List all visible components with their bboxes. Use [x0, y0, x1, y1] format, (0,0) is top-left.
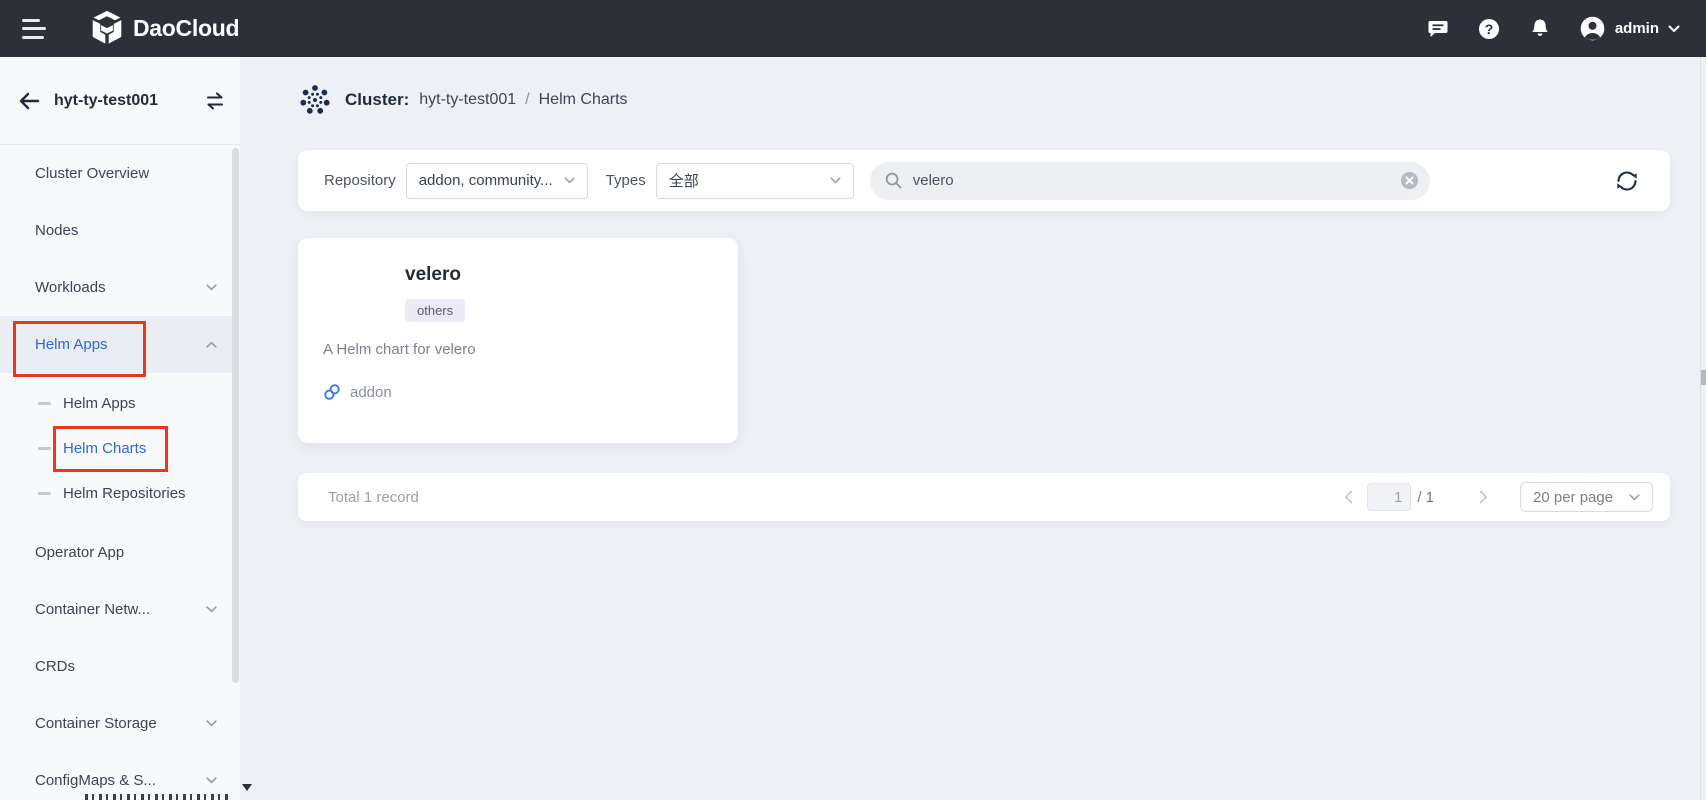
bell-icon [1528, 17, 1552, 41]
top-navbar: DaoCloud ? [0, 0, 1706, 57]
sidebar-scrollbar[interactable] [232, 148, 239, 683]
link-icon [323, 383, 341, 401]
chevron-down-icon [1668, 25, 1680, 33]
chevron-down-icon [1629, 494, 1640, 501]
refresh-button[interactable] [1614, 168, 1640, 194]
current-page-input[interactable]: 1 [1367, 483, 1411, 511]
back-arrow-icon [18, 92, 40, 110]
page-count-label: / 1 [1417, 489, 1434, 506]
search-box [870, 162, 1430, 200]
search-icon [884, 171, 903, 190]
types-label: Types [606, 172, 646, 189]
switch-cluster-icon [204, 91, 226, 111]
navbar-actions: ? admin [1426, 15, 1706, 42]
sidebar-item[interactable]: Workloads [0, 259, 233, 316]
breadcrumb-page: Helm Charts [539, 91, 628, 109]
back-button[interactable] [18, 92, 40, 110]
chevron-icon [206, 720, 217, 727]
search-input[interactable] [911, 171, 1399, 190]
dash-icon [38, 447, 51, 450]
hamburger-menu-icon[interactable] [22, 19, 48, 39]
types-select-value: 全部 [669, 170, 699, 191]
messages-button[interactable] [1426, 17, 1450, 41]
chevron-right-icon [1479, 490, 1488, 504]
repository-label: Repository [324, 172, 396, 189]
chevron-icon [206, 284, 217, 291]
chevron-icon [206, 341, 217, 348]
sidebar-item[interactable]: Container Storage [0, 695, 233, 752]
daocloud-logo-icon [90, 10, 124, 47]
chart-category-badge: others [405, 299, 465, 322]
sidebar: hyt-ty-test001 Cluster Overview Nodes [0, 57, 240, 800]
refresh-icon [1614, 168, 1640, 194]
sidebar-item[interactable]: Cluster Overview [0, 145, 233, 202]
pagination-controls: 1 / 1 20 per page [1344, 482, 1653, 512]
message-icon [1426, 17, 1450, 41]
sidebar-menu: Cluster Overview Nodes Workloads [0, 145, 233, 800]
brand-logo[interactable]: DaoCloud [90, 10, 239, 47]
breadcrumb-cluster[interactable]: hyt-ty-test001 [419, 91, 516, 109]
dash-icon [38, 492, 51, 495]
sidebar-item[interactable]: Helm Charts [0, 426, 233, 471]
app-window: DaoCloud ? [0, 0, 1706, 800]
chevron-down-icon [830, 177, 841, 184]
notifications-button[interactable] [1528, 17, 1552, 41]
chevron-down-icon [564, 177, 575, 184]
page-scrollbar-thumb[interactable] [1701, 370, 1706, 385]
sidebar-item[interactable]: Helm Apps [0, 381, 233, 426]
breadcrumb: Cluster: hyt-ty-test001 / Helm Charts [298, 78, 628, 122]
chart-repository-row: addon [323, 383, 713, 401]
sidebar-header: hyt-ty-test001 [0, 57, 240, 145]
filter-bar: Repository addon, community... Types 全部 [298, 150, 1670, 211]
breadcrumb-separator: / [525, 91, 529, 109]
breadcrumb-label: Cluster: [345, 90, 409, 110]
types-select[interactable]: 全部 [656, 163, 854, 199]
switch-cluster-button[interactable] [204, 91, 226, 111]
sidebar-item[interactable]: Nodes [0, 202, 233, 259]
total-records-label: Total 1 record [328, 489, 419, 506]
user-menu[interactable]: admin [1579, 15, 1680, 42]
chevron-icon [206, 606, 217, 613]
clear-search-button[interactable] [1399, 170, 1420, 191]
sidebar-item[interactable]: Helm Repositories [0, 471, 233, 516]
sidebar-item[interactable]: ConfigMaps & S... [0, 752, 233, 800]
brand-name: DaoCloud [133, 15, 239, 42]
page-size-select[interactable]: 20 per page [1520, 482, 1653, 512]
pagination-bar: Total 1 record 1 / 1 20 per page [298, 473, 1670, 521]
cluster-icon [298, 83, 332, 117]
avatar-icon [1579, 15, 1606, 42]
chart-repository-name: addon [350, 384, 392, 401]
sidebar-item[interactable]: Container Netw... [0, 581, 233, 638]
page-scrollbar-track [1700, 57, 1706, 800]
sidebar-item[interactable]: Operator App [0, 524, 233, 581]
sidebar-item[interactable]: Helm Apps [0, 316, 233, 373]
chart-title: velero [405, 264, 713, 286]
username-label: admin [1615, 20, 1659, 37]
chevron-left-icon [1344, 490, 1353, 504]
page-size-value: 20 per page [1533, 489, 1613, 506]
svg-text:?: ? [1485, 21, 1494, 37]
next-page-button[interactable] [1479, 490, 1488, 504]
chevron-icon [206, 777, 217, 784]
repository-select-value: addon, community... [419, 172, 553, 189]
helm-chart-card[interactable]: velero others A Helm chart for velero ad… [298, 238, 738, 443]
help-icon: ? [1477, 17, 1501, 41]
previous-page-button[interactable] [1344, 490, 1353, 504]
repository-select[interactable]: addon, community... [406, 163, 588, 199]
sidebar-cluster-name: hyt-ty-test001 [54, 92, 204, 110]
chart-description: A Helm chart for velero [323, 341, 713, 358]
main-content: Cluster: hyt-ty-test001 / Helm Charts Re… [240, 57, 1706, 800]
sidebar-item[interactable]: CRDs [0, 638, 233, 695]
dash-icon [38, 402, 51, 405]
clear-icon [1399, 170, 1420, 191]
clipped-menu-item [85, 794, 230, 800]
sidebar-resize-handle-icon [242, 784, 252, 791]
help-button[interactable]: ? [1477, 17, 1501, 41]
